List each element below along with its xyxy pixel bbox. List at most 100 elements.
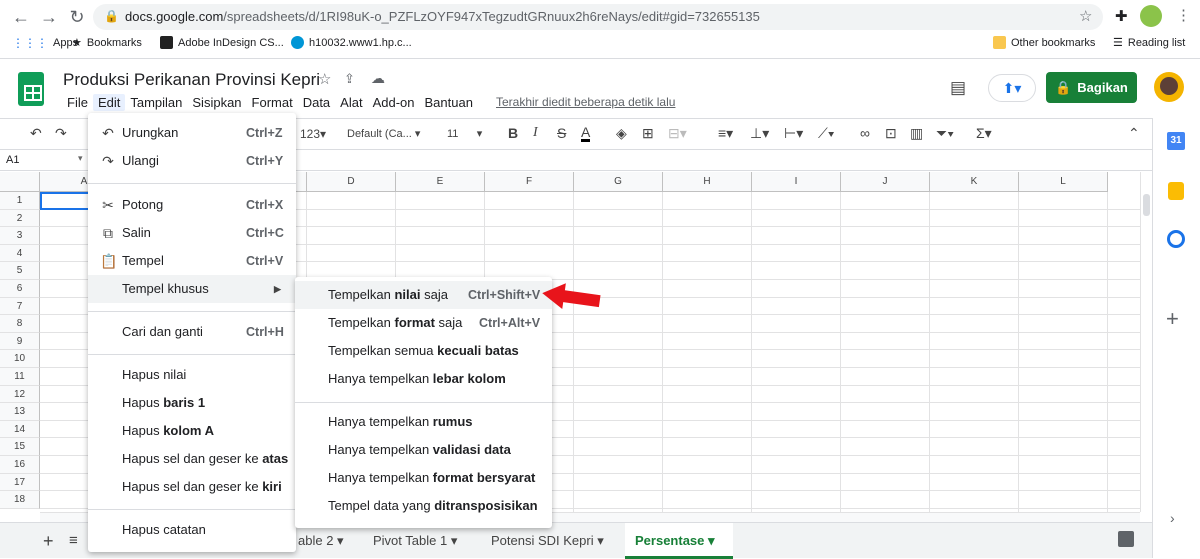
- menu-item-paste-all-except-borders[interactable]: Tempelkan semua kecuali batas: [295, 337, 552, 365]
- menu-item-paste-special[interactable]: Tempel khusus ▶: [88, 275, 296, 303]
- wrap-icon[interactable]: ⊢▾: [784, 125, 803, 142]
- collapse-icon[interactable]: ⌃: [1128, 125, 1140, 142]
- row-header-15[interactable]: 15: [0, 438, 40, 456]
- chevron-right-icon[interactable]: ›: [1170, 510, 1175, 526]
- menu-item-paste-format[interactable]: Tempelkan format saja Ctrl+Alt+V: [295, 309, 552, 337]
- tab-pivot-table-1[interactable]: Pivot Table 1 ▾: [363, 523, 467, 559]
- row-header-2[interactable]: 2: [0, 209, 40, 228]
- menu-item-paste-conditional-format[interactable]: Hanya tempelkan format bersyarat: [295, 464, 552, 492]
- undo-icon[interactable]: ↶: [30, 125, 42, 142]
- move-folder-icon[interactable]: ⇪: [344, 71, 355, 87]
- browser-menu-icon[interactable]: ⋮: [1176, 6, 1191, 24]
- column-header-k[interactable]: K: [930, 172, 1019, 192]
- row-header-14[interactable]: 14: [0, 420, 40, 439]
- menu-item-paste-values[interactable]: Tempelkan nilai saja Ctrl+Shift+V: [295, 281, 552, 309]
- tab-potensi-sdi-kepri[interactable]: Potensi SDI Kepri ▾: [481, 523, 614, 559]
- column-header-g[interactable]: G: [574, 172, 663, 192]
- row-header-3[interactable]: 3: [0, 227, 40, 245]
- column-header-d[interactable]: D: [307, 172, 396, 192]
- italic-icon[interactable]: I: [533, 125, 538, 141]
- menu-data[interactable]: Data: [298, 94, 335, 111]
- column-header-j[interactable]: J: [841, 172, 930, 192]
- back-icon[interactable]: ←: [10, 6, 32, 28]
- menu-edit[interactable]: Edit: [92, 94, 126, 111]
- menu-item-copy[interactable]: ⧉ Salin Ctrl+C: [88, 219, 296, 247]
- row-header-6[interactable]: 6: [0, 280, 40, 298]
- menu-help[interactable]: Bantuan: [420, 94, 478, 111]
- comments-icon[interactable]: ▤: [950, 78, 966, 98]
- menu-item-delete-column[interactable]: Hapus kolom A: [88, 417, 296, 445]
- vertical-scrollbar[interactable]: [1140, 172, 1152, 512]
- share-button[interactable]: 🔒 Bagikan: [1046, 72, 1137, 103]
- align-icon[interactable]: ≡▾: [718, 125, 733, 142]
- column-header-e[interactable]: E: [396, 172, 485, 192]
- link-icon[interactable]: ∞: [860, 125, 870, 141]
- menu-item-paste-transposed[interactable]: Tempel data yang ditransposisikan: [295, 492, 552, 520]
- last-edit-link[interactable]: Terakhir diedit beberapa detik lalu: [496, 95, 675, 109]
- row-header-7[interactable]: 7: [0, 297, 40, 316]
- filter-icon[interactable]: ⏷▾: [936, 125, 954, 142]
- menu-item-paste-column-widths[interactable]: Hanya tempelkan lebar kolom: [295, 365, 552, 393]
- menu-tools[interactable]: Alat: [335, 94, 367, 111]
- menu-item-cut[interactable]: ✂ Potong Ctrl+X: [88, 191, 296, 219]
- menu-insert[interactable]: Sisipkan: [187, 94, 246, 111]
- menu-format[interactable]: Format: [247, 94, 298, 111]
- rotate-icon[interactable]: ⟋▾: [818, 125, 835, 142]
- name-box[interactable]: A1: [6, 154, 19, 166]
- font-size-select[interactable]: 11 ▾: [447, 127, 492, 140]
- column-header-l[interactable]: L: [1019, 172, 1108, 192]
- menu-item-clear-values[interactable]: Hapus nilai: [88, 361, 296, 389]
- bookmark-apps[interactable]: ⋮⋮⋮ Apps: [12, 36, 78, 50]
- redo-icon[interactable]: ↷: [55, 125, 67, 142]
- font-select[interactable]: Default (Ca... ▾: [347, 127, 427, 140]
- avatar[interactable]: [1154, 72, 1184, 102]
- menu-addons[interactable]: Add-on: [368, 94, 420, 111]
- valign-icon[interactable]: ⊥▾: [750, 125, 769, 142]
- number-format-select[interactable]: 123▾: [300, 127, 326, 141]
- bookmark-other[interactable]: Other bookmarks: [993, 36, 1095, 49]
- row-header-8[interactable]: 8: [0, 315, 40, 333]
- star-icon[interactable]: ☆: [318, 70, 331, 88]
- chart-icon[interactable]: ▥: [910, 125, 923, 142]
- menu-item-undo[interactable]: ↶ Urungkan Ctrl+Z: [88, 119, 296, 147]
- menu-item-paste[interactable]: 📋 Tempel Ctrl+V: [88, 247, 296, 275]
- tab-table-2[interactable]: able 2 ▾: [288, 523, 354, 559]
- profile-avatar[interactable]: [1140, 5, 1162, 27]
- comment-icon[interactable]: ⊡: [885, 125, 897, 142]
- sheets-logo-icon[interactable]: [18, 72, 44, 106]
- menu-item-delete-row[interactable]: Hapus baris 1: [88, 389, 296, 417]
- menu-item-find-replace[interactable]: Cari dan ganti Ctrl+H: [88, 318, 296, 346]
- address-bar[interactable]: 🔒 docs.google.com/spreadsheets/d/1RI98uK…: [93, 4, 1103, 30]
- present-button[interactable]: ⬆▾: [988, 74, 1036, 102]
- functions-icon[interactable]: Σ▾: [976, 125, 992, 142]
- row-header-1[interactable]: 1: [0, 192, 40, 210]
- row-header-4[interactable]: 4: [0, 244, 40, 263]
- bookmark-hp[interactable]: h10032.www1.hp.c...: [291, 36, 412, 49]
- menu-file[interactable]: File: [62, 94, 93, 111]
- row-header-5[interactable]: 5: [0, 262, 40, 280]
- explore-icon[interactable]: [1118, 531, 1134, 547]
- bookmark-reading-list[interactable]: ☰ Reading list: [1113, 36, 1185, 50]
- bookmark-bookmarks[interactable]: ★ Bookmarks: [72, 36, 142, 50]
- strikethrough-icon[interactable]: S: [557, 125, 566, 141]
- menu-item-clear-notes[interactable]: Hapus catatan: [88, 516, 296, 544]
- scrollbar-thumb[interactable]: [1143, 194, 1150, 216]
- fill-color-icon[interactable]: ◈: [616, 125, 627, 142]
- tab-persentase[interactable]: Persentase ▾: [625, 523, 733, 559]
- row-header-12[interactable]: 12: [0, 385, 40, 404]
- bookmark-indesign[interactable]: Adobe InDesign CS...: [160, 36, 284, 49]
- row-header-18[interactable]: 18: [0, 491, 40, 509]
- bold-icon[interactable]: B: [508, 125, 518, 141]
- row-header-13[interactable]: 13: [0, 403, 40, 421]
- menu-item-paste-validation[interactable]: Hanya tempelkan validasi data: [295, 436, 552, 464]
- row-header-17[interactable]: 17: [0, 473, 40, 492]
- extensions-icon[interactable]: ✚: [1115, 7, 1128, 25]
- add-addon-icon[interactable]: +: [1166, 306, 1179, 332]
- keep-icon[interactable]: [1168, 182, 1184, 200]
- column-header-h[interactable]: H: [663, 172, 752, 192]
- merge-icon[interactable]: ⊟▾: [668, 125, 687, 142]
- menu-item-redo[interactable]: ↷ Ulangi Ctrl+Y: [88, 147, 296, 175]
- menu-item-delete-shift-up[interactable]: Hapus sel dan geser ke atas: [88, 445, 296, 473]
- row-header-11[interactable]: 11: [0, 368, 40, 386]
- calendar-icon[interactable]: 31: [1167, 132, 1185, 150]
